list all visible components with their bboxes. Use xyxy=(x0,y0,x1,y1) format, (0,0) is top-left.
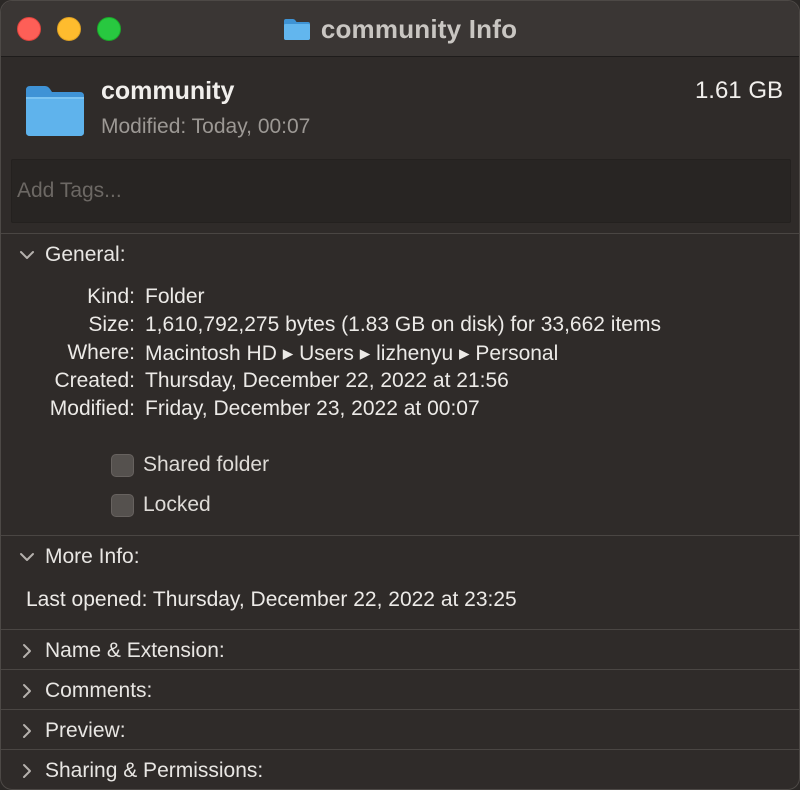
title-bar[interactable]: community Info xyxy=(1,1,799,57)
section-name-extension-label: Name & Extension: xyxy=(45,639,225,662)
info-window: community Info community 1.61 GB Modifie… xyxy=(0,0,800,790)
chevron-right-icon xyxy=(17,721,37,741)
chevron-right-icon xyxy=(17,761,37,781)
created-row: Created: Thursday, December 22, 2022 at … xyxy=(1,369,781,395)
section-sharing-permissions-label: Sharing & Permissions: xyxy=(45,759,264,782)
folder-icon xyxy=(25,84,85,136)
locked-label: Locked xyxy=(143,493,211,516)
kind-label: Kind: xyxy=(87,285,135,308)
section-name-extension-toggle[interactable]: Name & Extension: xyxy=(17,636,225,666)
modified-row: Modified: Friday, December 23, 2022 at 0… xyxy=(1,397,781,423)
section-more-info-label: More Info: xyxy=(45,545,140,568)
tags-input[interactable] xyxy=(11,159,791,223)
section-comments-toggle[interactable]: Comments: xyxy=(17,676,152,706)
chevron-down-icon xyxy=(17,547,37,567)
divider xyxy=(1,709,799,710)
modified-summary: Modified: Today, 00:07 xyxy=(101,115,311,138)
section-general-toggle[interactable]: General: xyxy=(17,240,126,270)
chevron-right-icon xyxy=(17,641,37,661)
title-group: community Info xyxy=(1,1,799,57)
where-label: Where: xyxy=(67,341,135,364)
where-row: Where: Macintosh HD ▸ Users ▸ lizhenyu ▸… xyxy=(1,341,781,367)
created-value: Thursday, December 22, 2022 at 21:56 xyxy=(145,369,509,392)
shared-folder-checkbox[interactable] xyxy=(111,453,134,477)
created-label: Created: xyxy=(54,369,135,392)
section-general-label: General: xyxy=(45,243,126,266)
section-comments-label: Comments: xyxy=(45,679,153,702)
shared-folder-option[interactable]: Shared folder xyxy=(111,452,269,478)
locked-option[interactable]: Locked xyxy=(111,492,211,518)
divider xyxy=(1,535,799,536)
kind-value: Folder xyxy=(145,285,205,308)
folder-icon xyxy=(283,17,311,41)
size-row: Size: 1,610,792,275 bytes (1.83 GB on di… xyxy=(1,313,781,339)
divider xyxy=(1,233,799,234)
chevron-right-icon xyxy=(17,681,37,701)
item-size: 1.61 GB xyxy=(694,77,783,104)
divider xyxy=(1,629,799,630)
kind-row: Kind: Folder xyxy=(1,285,781,311)
item-name: community xyxy=(101,77,235,105)
section-sharing-permissions-toggle[interactable]: Sharing & Permissions: xyxy=(17,756,263,786)
shared-folder-label: Shared folder xyxy=(143,453,270,476)
size-value: 1,610,792,275 bytes (1.83 GB on disk) fo… xyxy=(145,313,661,336)
modified-value: Friday, December 23, 2022 at 00:07 xyxy=(145,397,480,420)
locked-checkbox[interactable] xyxy=(111,493,134,517)
where-value: Macintosh HD ▸ Users ▸ lizhenyu ▸ Person… xyxy=(145,342,559,365)
section-preview-toggle[interactable]: Preview: xyxy=(17,716,126,746)
modified-label: Modified: xyxy=(49,397,135,420)
size-label: Size: xyxy=(88,313,135,336)
window-title: community Info xyxy=(320,13,518,44)
last-opened-value: Last opened: Thursday, December 22, 2022… xyxy=(26,588,517,611)
chevron-down-icon xyxy=(17,245,37,265)
divider xyxy=(1,669,799,670)
section-more-info-toggle[interactable]: More Info: xyxy=(17,542,140,572)
divider xyxy=(1,749,799,750)
section-preview-label: Preview: xyxy=(45,719,126,742)
